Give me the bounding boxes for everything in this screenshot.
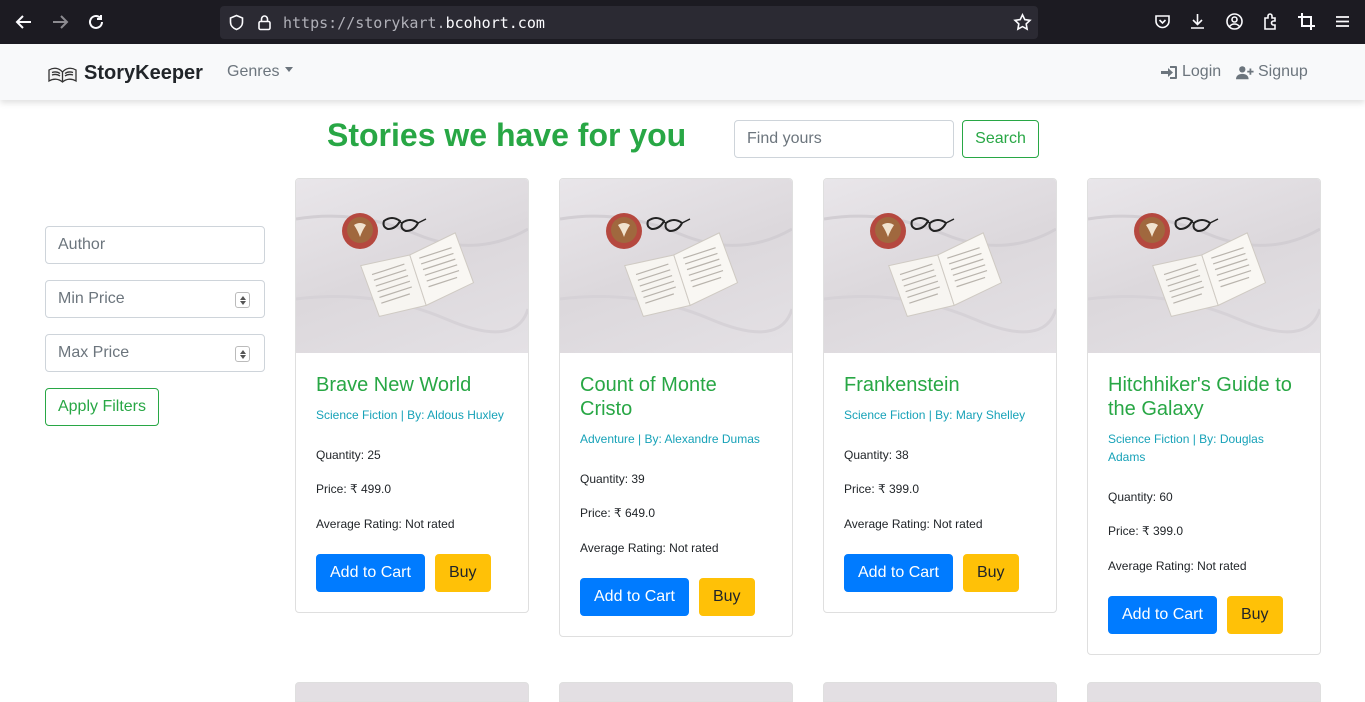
search-button[interactable]: Search bbox=[962, 120, 1039, 158]
star-icon[interactable] bbox=[1013, 13, 1032, 32]
brand-link[interactable]: StoryKeeper bbox=[47, 62, 203, 85]
genres-label: Genres bbox=[227, 63, 280, 80]
buy-button[interactable]: Buy bbox=[962, 554, 1019, 592]
book-card: Brave New World Science Fiction | By: Al… bbox=[295, 178, 529, 613]
coffee-book-photo bbox=[824, 213, 1056, 334]
book-card: Count of Monte Cristo Adventure | By: Al… bbox=[559, 178, 793, 637]
address-bar[interactable]: https://storykart.bcohort.com bbox=[220, 6, 1038, 39]
buy-button[interactable]: Buy bbox=[434, 554, 491, 592]
coffee-book-photo bbox=[296, 213, 528, 334]
extensions-icon[interactable] bbox=[1261, 12, 1280, 31]
user-plus-icon bbox=[1236, 65, 1254, 79]
signup-link[interactable]: Signup bbox=[1236, 63, 1308, 81]
back-arrow-icon[interactable] bbox=[13, 11, 35, 33]
page-title: Stories we have for you bbox=[327, 117, 687, 153]
brand-name: StoryKeeper bbox=[84, 62, 203, 84]
login-label: Login bbox=[1182, 63, 1222, 80]
add-to-cart-button[interactable]: Add to Cart bbox=[844, 554, 953, 592]
shield-icon[interactable] bbox=[228, 14, 245, 31]
max-price-input[interactable]: Max Price bbox=[45, 334, 265, 372]
genres-dropdown[interactable]: Genres bbox=[227, 63, 294, 81]
book-card-next-row bbox=[559, 682, 793, 702]
url-domain: bcohort.com bbox=[445, 14, 545, 32]
book-genre-author: Adventure | By: Alexandre Dumas bbox=[580, 432, 760, 446]
number-spinner-icon[interactable] bbox=[235, 346, 250, 362]
book-card-next-row bbox=[295, 682, 529, 702]
book-card: Hitchhiker's Guide to the Galaxy Science… bbox=[1087, 178, 1321, 655]
book-quantity: Quantity: 60 bbox=[1108, 490, 1173, 504]
book-cover-image bbox=[824, 179, 1056, 353]
book-card: Frankenstein Science Fiction | By: Mary … bbox=[823, 178, 1057, 613]
browser-toolbar: https://storykart.bcohort.com bbox=[0, 0, 1365, 44]
account-icon[interactable] bbox=[1225, 12, 1244, 31]
buy-button[interactable]: Buy bbox=[1226, 596, 1283, 634]
book-genre-author: Science Fiction | By: Douglas Adams bbox=[1108, 432, 1264, 464]
add-to-cart-button[interactable]: Add to Cart bbox=[1108, 596, 1217, 634]
book-title[interactable]: Count of Monte Cristo bbox=[580, 373, 772, 421]
number-spinner-icon[interactable] bbox=[235, 292, 250, 308]
url-text[interactable]: https://storykart.bcohort.com bbox=[283, 14, 545, 32]
menu-icon[interactable] bbox=[1333, 12, 1352, 31]
download-icon[interactable] bbox=[1188, 12, 1207, 31]
book-genre-author: Science Fiction | By: Aldous Huxley bbox=[316, 408, 504, 422]
crop-icon[interactable] bbox=[1297, 12, 1316, 31]
book-card-next-row bbox=[823, 682, 1057, 702]
min-price-input[interactable]: Min Price bbox=[45, 280, 265, 318]
author-filter-input[interactable]: Author bbox=[45, 226, 265, 264]
book-quantity: Quantity: 39 bbox=[580, 472, 645, 486]
book-price: Price: ₹ 649.0 bbox=[580, 506, 656, 520]
lock-icon[interactable] bbox=[256, 14, 273, 31]
buy-button[interactable]: Buy bbox=[698, 578, 755, 616]
book-quantity: Quantity: 25 bbox=[316, 448, 381, 462]
url-prefix: https://storykart. bbox=[283, 14, 446, 32]
book-title[interactable]: Hitchhiker's Guide to the Galaxy bbox=[1108, 373, 1300, 421]
apply-filters-button[interactable]: Apply Filters bbox=[45, 388, 159, 426]
coffee-book-photo bbox=[1088, 213, 1320, 334]
signup-label: Signup bbox=[1258, 63, 1308, 80]
max-price-placeholder: Max Price bbox=[58, 344, 130, 361]
book-rating: Average Rating: Not rated bbox=[316, 517, 455, 531]
book-card-next-row bbox=[1087, 682, 1321, 702]
chevron-down-icon bbox=[285, 67, 294, 73]
pocket-icon[interactable] bbox=[1153, 12, 1172, 31]
book-cover-image bbox=[1088, 179, 1320, 353]
search-input[interactable] bbox=[734, 120, 954, 158]
book-price: Price: ₹ 499.0 bbox=[316, 482, 392, 496]
book-rating: Average Rating: Not rated bbox=[1108, 559, 1247, 573]
coffee-book-photo bbox=[560, 213, 792, 334]
book-rating: Average Rating: Not rated bbox=[580, 541, 719, 555]
author-placeholder: Author bbox=[58, 236, 106, 253]
book-cover-image bbox=[560, 179, 792, 353]
book-price: Price: ₹ 399.0 bbox=[1108, 524, 1184, 538]
add-to-cart-button[interactable]: Add to Cart bbox=[580, 578, 689, 616]
login-link[interactable]: Login bbox=[1160, 63, 1221, 81]
site-navbar: StoryKeeper Genres Login Signup bbox=[0, 44, 1365, 100]
book-title[interactable]: Frankenstein bbox=[844, 373, 1036, 397]
book-genre-author: Science Fiction | By: Mary Shelley bbox=[844, 408, 1026, 422]
book-price: Price: ₹ 399.0 bbox=[844, 482, 920, 496]
book-cover-image bbox=[296, 179, 528, 353]
min-price-placeholder: Min Price bbox=[58, 290, 125, 307]
book-quantity: Quantity: 38 bbox=[844, 448, 909, 462]
add-to-cart-button[interactable]: Add to Cart bbox=[316, 554, 425, 592]
reload-icon[interactable] bbox=[85, 11, 107, 33]
forward-arrow-icon[interactable] bbox=[49, 11, 71, 33]
open-book-icon bbox=[48, 67, 77, 83]
book-rating: Average Rating: Not rated bbox=[844, 517, 983, 531]
sign-in-icon bbox=[1161, 65, 1177, 79]
book-title[interactable]: Brave New World bbox=[316, 373, 508, 397]
